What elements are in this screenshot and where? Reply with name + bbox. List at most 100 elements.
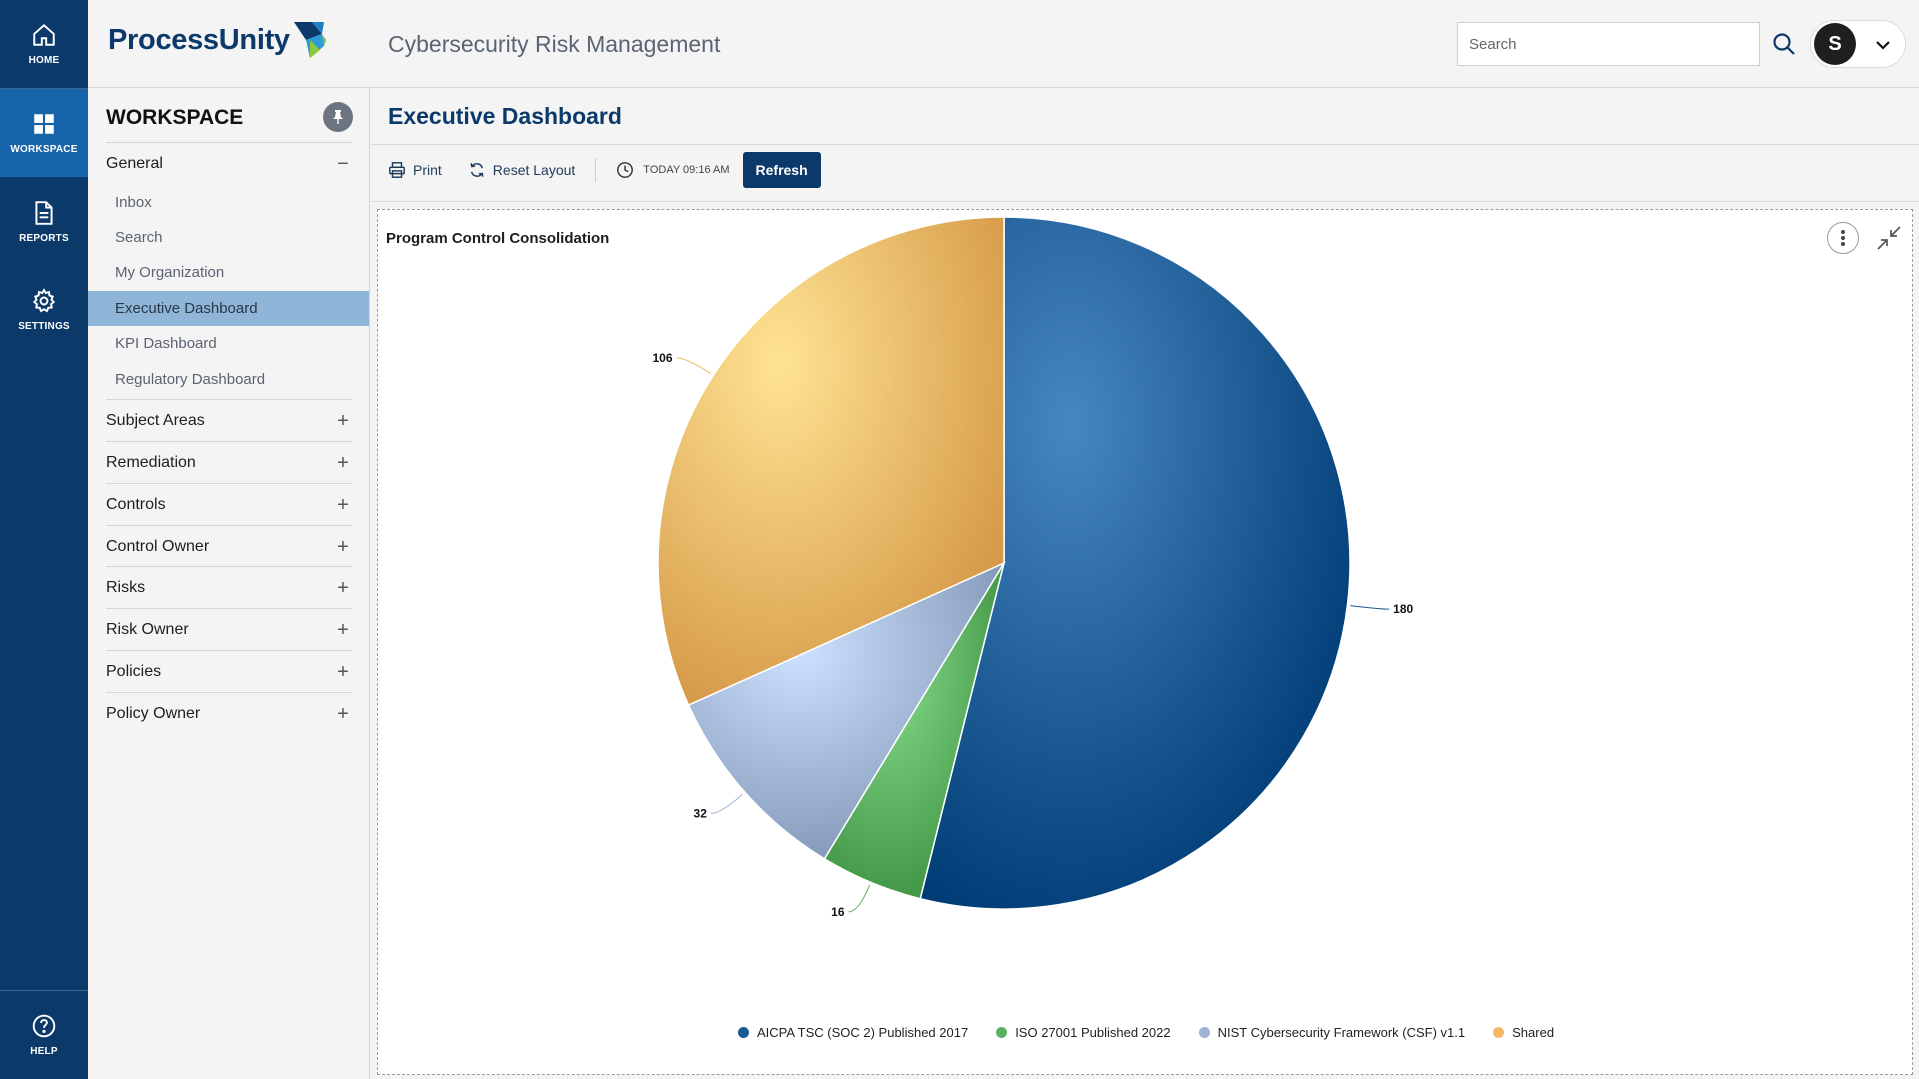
rail-reports[interactable]: REPORTS [0, 178, 88, 266]
section-remediation[interactable]: Remediation + [106, 441, 352, 483]
search-icon [1773, 33, 1795, 55]
legend-item[interactable]: Shared [1493, 1025, 1554, 1040]
divider [371, 144, 1919, 145]
last-updated: TODAY 09:16 AM [616, 161, 730, 179]
reset-layout-button[interactable]: Reset Layout [468, 161, 576, 179]
legend-label: NIST Cybersecurity Framework (CSF) v1.1 [1217, 1025, 1466, 1040]
section-subject-areas[interactable]: Subject Areas + [106, 399, 352, 441]
data-label-connector [1350, 605, 1390, 610]
divider [371, 201, 1919, 202]
sidebar-item-search[interactable]: Search [88, 220, 369, 255]
legend-item[interactable]: ISO 27001 Published 2022 [996, 1025, 1171, 1040]
main-content: Executive Dashboard Print Reset Layout T… [371, 88, 1919, 1079]
refresh-arrows-icon [470, 163, 484, 177]
plus-icon: + [337, 660, 349, 683]
section-risks[interactable]: Risks + [106, 566, 352, 608]
section-policies[interactable]: Policies + [106, 650, 352, 692]
left-rail: HOME WORKSPACE REPORTS SETTINGS HELP [0, 0, 88, 1079]
grid-icon [34, 114, 54, 134]
workspace-title: WORKSPACE [106, 106, 244, 129]
legend-item[interactable]: AICPA TSC (SOC 2) Published 2017 [737, 1025, 969, 1040]
toolbar-divider [595, 158, 597, 182]
logo-mark-icon [293, 22, 326, 58]
workspace-sidebar: WORKSPACE General − Inbox Search My Orga… [88, 88, 370, 1079]
legend-marker [1198, 1027, 1210, 1038]
chart-legend: AICPA TSC (SOC 2) Published 2017 ISO 2700… [378, 1025, 1914, 1040]
user-menu[interactable]: S [1810, 20, 1906, 68]
section-label: Risk Owner [106, 620, 189, 638]
clock-icon [617, 162, 634, 178]
print-button[interactable]: Print [388, 161, 442, 179]
legend-label: AICPA TSC (SOC 2) Published 2017 [756, 1025, 969, 1040]
data-label: 32 [694, 806, 708, 820]
section-general-label: General [106, 154, 163, 172]
section-label: Policies [106, 662, 162, 680]
data-label: 16 [831, 905, 845, 919]
top-header: ProcessUnity Cybersecurity Risk Manageme… [88, 0, 1919, 88]
gear-icon [32, 288, 56, 313]
dashboard-toolbar: Print Reset Layout TODAY 09:16 AM Refres… [388, 152, 821, 188]
chart-panel: Program Control Consolidation 180 16 32 106… [377, 209, 1913, 1075]
section-general[interactable]: General − [106, 142, 352, 184]
data-label: 180 [1393, 602, 1413, 616]
sidebar-item-regulatory-dashboard[interactable]: Regulatory Dashboard [88, 362, 369, 397]
plus-icon: + [337, 409, 349, 432]
section-controls[interactable]: Controls + [106, 483, 352, 525]
timestamp: TODAY 09:16 AM [643, 164, 730, 176]
pie-chart: 180 16 32 106 [653, 216, 1414, 919]
avatar: S [1814, 23, 1856, 65]
rail-reports-label: REPORTS [19, 233, 69, 244]
section-control-owner[interactable]: Control Owner + [106, 525, 352, 567]
section-risk-owner[interactable]: Risk Owner + [106, 608, 352, 650]
sidebar-item-executive-dashboard[interactable]: Executive Dashboard [88, 291, 369, 326]
section-label: Remediation [106, 453, 196, 471]
pin-icon [333, 110, 343, 124]
document-icon [35, 201, 53, 225]
minus-icon: − [337, 152, 349, 175]
plus-icon: + [337, 702, 349, 725]
sidebar-item-my-organization[interactable]: My Organization [88, 255, 369, 290]
legend-marker [1493, 1027, 1505, 1038]
rail-home-label: HOME [28, 55, 60, 66]
legend-marker [996, 1027, 1008, 1038]
logo-text: ProcessUnity [108, 23, 290, 56]
section-label: Controls [106, 495, 166, 513]
section-label: Subject Areas [106, 411, 205, 429]
processunity-logo[interactable]: ProcessUnity [108, 20, 326, 60]
help-icon [32, 1014, 56, 1038]
rail-help[interactable]: HELP [0, 991, 88, 1079]
sidebar-item-inbox[interactable]: Inbox [88, 185, 369, 220]
rail-workspace-label: WORKSPACE [10, 144, 78, 155]
plus-icon: + [337, 576, 349, 599]
data-label-connector [676, 357, 712, 374]
data-label-connector [848, 884, 871, 913]
sidebar-item-kpi-dashboard[interactable]: KPI Dashboard [88, 326, 369, 361]
search-input[interactable] [1457, 22, 1760, 66]
section-policy-owner[interactable]: Policy Owner + [106, 692, 352, 734]
section-label: Control Owner [106, 537, 210, 555]
rail-help-label: HELP [30, 1046, 58, 1057]
data-label: 106 [653, 351, 673, 365]
reset-layout-label: Reset Layout [492, 162, 576, 178]
legend-item[interactable]: NIST Cybersecurity Framework (CSF) v1.1 [1198, 1025, 1466, 1040]
plus-icon: + [337, 618, 349, 641]
rail-home[interactable]: HOME [0, 0, 88, 88]
printer-icon [389, 162, 405, 178]
chevron-down-icon [1876, 41, 1890, 50]
home-icon [33, 23, 55, 46]
search-button[interactable] [1768, 28, 1800, 60]
plus-icon: + [337, 493, 349, 516]
legend-label: ISO 27001 Published 2022 [1015, 1025, 1171, 1040]
rail-settings[interactable]: SETTINGS [0, 266, 88, 354]
refresh-button[interactable]: Refresh [742, 152, 821, 188]
print-label: Print [413, 162, 442, 178]
data-label-connector [710, 793, 743, 814]
plus-icon: + [337, 535, 349, 558]
rail-workspace[interactable]: WORKSPACE [0, 89, 88, 177]
app-title: Cybersecurity Risk Management [388, 31, 721, 57]
pin-button[interactable] [323, 102, 353, 132]
section-label: Risks [106, 578, 146, 596]
plus-icon: + [337, 451, 349, 474]
legend-marker [737, 1027, 749, 1038]
legend-label: Shared [1512, 1025, 1555, 1040]
